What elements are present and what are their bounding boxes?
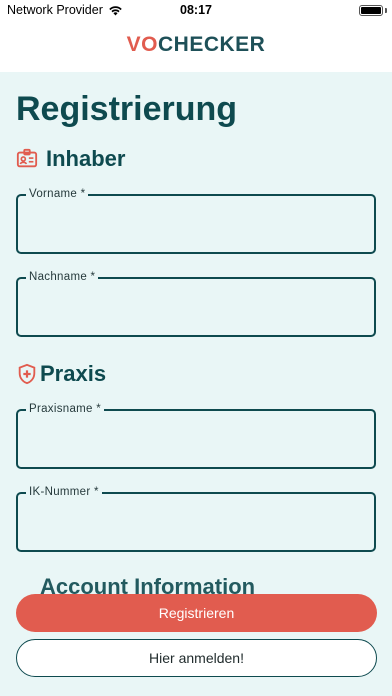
battery-nub [385, 8, 387, 13]
first-name-input[interactable] [28, 216, 364, 244]
last-name-input[interactable] [28, 299, 364, 327]
logo-checker: CHECKER [158, 33, 266, 56]
last-name-label: Nachname * [26, 271, 99, 283]
shield-plus-icon [18, 363, 36, 385]
app-header: VOCHECKER [0, 22, 392, 72]
app-logo: VOCHECKER [0, 22, 392, 68]
section-practice: Praxis [16, 361, 106, 387]
section-owner: Inhaber [16, 146, 125, 172]
first-name-label: Vorname * [26, 188, 89, 200]
battery-icon [359, 5, 383, 16]
login-button[interactable]: Hier anmelden! [16, 639, 377, 677]
last-name-field[interactable]: Nachname * [16, 271, 376, 337]
section-title-practice: Praxis [40, 361, 107, 386]
ik-number-field[interactable]: IK-Nummer * [16, 486, 376, 552]
practice-name-input[interactable] [28, 431, 364, 459]
logo-vo: VO [126, 33, 158, 56]
ik-number-input[interactable] [28, 514, 364, 542]
id-badge-icon [16, 148, 38, 168]
practice-name-label: Praxisname * [26, 403, 104, 415]
practice-name-field[interactable]: Praxisname * [16, 403, 376, 469]
page-title: Registrierung [16, 90, 238, 128]
register-button[interactable]: Registrieren [16, 594, 377, 632]
first-name-field[interactable]: Vorname * [16, 188, 376, 254]
ik-number-label: IK-Nummer * [26, 486, 102, 498]
status-bar: Network Provider 08:17 [0, 0, 392, 22]
section-title-owner: Inhaber [46, 146, 126, 171]
status-time: 08:17 [180, 3, 212, 17]
registration-form[interactable]: Registrierung Inhaber Vorname * Nachname… [0, 72, 392, 696]
